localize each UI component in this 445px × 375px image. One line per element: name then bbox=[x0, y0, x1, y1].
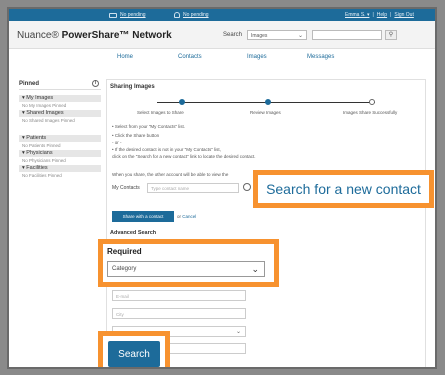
cancel-link[interactable]: Cancel bbox=[182, 214, 196, 219]
nav-contacts[interactable]: Contacts bbox=[178, 54, 202, 60]
email-field[interactable]: E-mail bbox=[112, 290, 246, 301]
sidebar-empty-note: No Shared Images Pinned bbox=[22, 118, 75, 123]
sidebar-group-my-images: ▾ My Images No My Images Pinned ▾ Shared… bbox=[19, 95, 101, 123]
step-indicator bbox=[179, 99, 185, 105]
sidebar-empty-note: No My Images Pinned bbox=[22, 103, 67, 108]
sharing-panel: Sharing Images Select Images to Share Re… bbox=[106, 79, 426, 367]
sidebar-empty-note: No Physicians Pinned bbox=[22, 158, 66, 163]
search-icon[interactable]: ⚲ bbox=[385, 30, 397, 40]
nav-images[interactable]: Images bbox=[247, 54, 267, 60]
search-label: Search bbox=[223, 32, 243, 38]
required-callout: Required Category ⌄ bbox=[98, 239, 279, 287]
sign-out-link[interactable]: Sign Out bbox=[394, 12, 413, 18]
help-link[interactable]: Help bbox=[377, 12, 387, 18]
sidebar-group-people: ▾ Patients No Patients Pinned ▾ Physicia… bbox=[19, 135, 101, 178]
search-input[interactable] bbox=[312, 30, 382, 40]
person-icon bbox=[174, 12, 180, 18]
sidebar-item-physicians[interactable]: ▾ Physicians bbox=[19, 150, 101, 157]
app-window: No pending No pending Emma S. ▾ | Help |… bbox=[7, 7, 437, 369]
search-scope-select[interactable]: Images ⌄ bbox=[247, 30, 307, 40]
inbox-icon bbox=[109, 12, 117, 18]
search-button-wrap: Search bbox=[103, 336, 165, 367]
sidebar-item-shared-images[interactable]: ▾ Shared Images bbox=[19, 110, 101, 117]
sidebar-empty-note: No Facilities Pinned bbox=[22, 173, 62, 178]
instruction-line: • Select from your "My Contacts" list. bbox=[112, 124, 186, 129]
category-select[interactable]: Category ⌄ bbox=[107, 261, 265, 277]
chevron-down-icon: ⌄ bbox=[235, 329, 241, 335]
share-with-contact-button[interactable]: Share with a contact bbox=[112, 211, 174, 222]
user-links: Emma S. ▾ | Help | Sign Out bbox=[345, 12, 414, 18]
info-icon[interactable]: i bbox=[92, 80, 99, 87]
instruction-line: click on the "Search for a new contact" … bbox=[112, 154, 256, 159]
city-field[interactable]: City bbox=[112, 308, 246, 319]
step-label: Images Share Successfully bbox=[343, 110, 398, 115]
main-nav: Home Contacts Images Messages bbox=[9, 50, 435, 66]
user-menu[interactable]: Emma S. ▾ bbox=[345, 12, 369, 18]
instruction-line: - or - bbox=[112, 140, 122, 145]
share-note: When you share, the other account will b… bbox=[112, 172, 229, 177]
search-contact-callout: Search for a new contact bbox=[253, 170, 434, 208]
step-label: Select Images to Share bbox=[137, 110, 184, 115]
advanced-search-label: Advanced Search bbox=[110, 230, 157, 236]
or-cancel: or Cancel bbox=[177, 214, 197, 219]
my-contacts-label: My Contacts bbox=[112, 185, 140, 191]
sidebar-item-facilities[interactable]: ▾ Facilities bbox=[19, 165, 101, 172]
sidebar-item-my-images[interactable]: ▾ My Images bbox=[19, 95, 101, 102]
step-indicator bbox=[369, 99, 375, 105]
instruction-line: • Click the Share button bbox=[112, 133, 160, 138]
required-label: Required bbox=[107, 247, 142, 256]
top-status-bar: No pending No pending Emma S. ▾ | Help |… bbox=[9, 9, 435, 21]
pending-messages[interactable]: No pending bbox=[109, 12, 146, 18]
step-indicator bbox=[265, 99, 271, 105]
instruction-line: • If the desired contact is not in your … bbox=[112, 147, 221, 152]
logo: Nuance® PowerShare™ Network bbox=[17, 30, 172, 41]
search-button[interactable]: Search bbox=[108, 341, 160, 367]
contact-name-input[interactable]: Type contact name bbox=[147, 183, 239, 193]
search-button-callout: Search bbox=[98, 331, 170, 367]
nav-messages[interactable]: Messages bbox=[307, 54, 334, 60]
chevron-down-icon: ⌄ bbox=[297, 33, 303, 39]
contact-lookup-icon[interactable] bbox=[243, 183, 251, 191]
search-new-contact-link[interactable]: Search for a new contact bbox=[258, 175, 429, 203]
brand-bar: Nuance® PowerShare™ Network Search Image… bbox=[9, 21, 435, 49]
chevron-down-icon: ⌄ bbox=[251, 264, 259, 274]
nav-home[interactable]: Home bbox=[117, 54, 133, 60]
step-label: Review Images bbox=[250, 110, 281, 115]
required-section: Required Category ⌄ bbox=[103, 244, 274, 282]
pending-requests[interactable]: No pending bbox=[174, 12, 209, 18]
pinned-sidebar: Pinned i ▾ My Images No My Images Pinned… bbox=[19, 79, 101, 229]
panel-title: Sharing Images bbox=[110, 84, 155, 90]
sidebar-title: Pinned i bbox=[19, 79, 101, 90]
sidebar-empty-note: No Patients Pinned bbox=[22, 143, 61, 148]
sidebar-item-patients[interactable]: ▾ Patients bbox=[19, 135, 101, 142]
